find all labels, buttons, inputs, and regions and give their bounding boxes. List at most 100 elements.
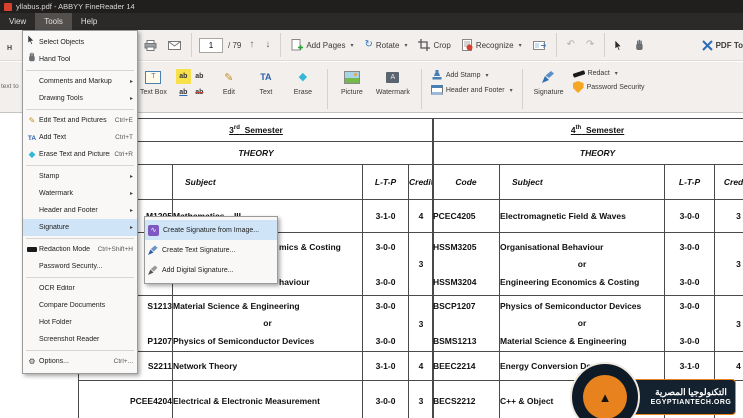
- table-row: HSSM3205HSSM3204 Organisational Behaviou…: [433, 233, 743, 296]
- menu-item-hand-tool[interactable]: Hand Tool: [23, 51, 137, 68]
- add-stamp-label: Add Stamp: [446, 72, 481, 79]
- theory-heading: THEORY: [433, 142, 743, 165]
- menu-item-header-and-footer[interactable]: Header and Footer ▸: [23, 202, 137, 219]
- stamp-header-group: Add Stamp Header and Footer: [431, 70, 513, 95]
- submenu-item-add-digital-signature[interactable]: Add Digital Signature...: [145, 260, 277, 280]
- submenu-arrow-icon: ▸: [130, 95, 133, 102]
- menu-item-password-security[interactable]: Password Security...: [23, 258, 137, 275]
- menu-item-stamp[interactable]: Stamp ▸: [23, 168, 137, 185]
- print-button[interactable]: [141, 38, 160, 53]
- redact-button[interactable]: Redact: [573, 70, 645, 77]
- submenu-item-create-signature-from-image[interactable]: ∿ Create Signature from Image...: [145, 220, 277, 240]
- watermark-logo-circle: ▲: [570, 362, 640, 418]
- picture-button[interactable]: Picture: [337, 66, 367, 97]
- menu-item-hot-folder[interactable]: Hot Folder: [23, 314, 137, 331]
- rotate-label: Rotate: [376, 41, 400, 50]
- app-window: yllabus.pdf - ABBYY FineReader 14 View T…: [0, 0, 743, 418]
- menu-tools[interactable]: Tools: [35, 13, 72, 30]
- text-box-icon: T: [145, 71, 161, 84]
- erase-button[interactable]: ◆ Erase: [288, 66, 318, 97]
- toolbar-separator: [421, 69, 422, 109]
- menu-separator: [26, 350, 134, 351]
- strikeout-text-button[interactable]: ab: [192, 85, 207, 100]
- menu-item-add-text[interactable]: TA Add Text Ctrl+T: [23, 129, 137, 146]
- header-footer-label: Header and Footer: [446, 87, 505, 94]
- add-page-icon: [291, 39, 303, 51]
- redact-marker-icon: [572, 70, 585, 78]
- highlight-ab-label: ab: [179, 73, 187, 80]
- password-security-button[interactable]: Password Security: [573, 81, 645, 93]
- signature-button[interactable]: Signature: [532, 66, 566, 97]
- watermark-button[interactable]: A Watermark: [374, 66, 412, 97]
- menu-item-ocr-editor[interactable]: OCR Editor: [23, 280, 137, 297]
- egyptiantech-watermark: التكنولوجيا المصرية EGYPTIANTECH.ORG ▲: [570, 362, 743, 418]
- menu-item-compare-documents[interactable]: Compare Documents: [23, 297, 137, 314]
- eraser-icon: ◆: [29, 149, 36, 159]
- menu-item-redaction-mode[interactable]: Redaction Mode Ctrl+Shift+H: [23, 241, 137, 258]
- add-text-button[interactable]: TA Text: [251, 66, 281, 97]
- crop-button[interactable]: Crop: [415, 37, 453, 53]
- menu-help[interactable]: Help: [72, 13, 106, 30]
- table-row: PCEE4204 Electrical & Electronic Measure…: [79, 381, 434, 418]
- submenu-arrow-icon: ▸: [130, 78, 133, 85]
- header-and-footer-button[interactable]: Header and Footer: [431, 85, 513, 95]
- previous-page-button[interactable]: ↑: [246, 38, 257, 52]
- recognize-button[interactable]: Recognize: [459, 37, 525, 53]
- next-page-button[interactable]: ↓: [262, 38, 273, 52]
- pencil-icon: ✎: [29, 116, 36, 125]
- ocr-editor-icon: [533, 40, 546, 51]
- undo-button[interactable]: ↶: [564, 38, 578, 52]
- menu-item-signature[interactable]: Signature ▸: [23, 219, 137, 236]
- insert-text-button[interactable]: ab: [192, 69, 207, 84]
- col-header-credits: Credits: [409, 165, 434, 200]
- semester-heading: 4th Semester: [433, 119, 743, 142]
- pencil-icon: ✎: [224, 71, 233, 84]
- menu-item-edit-text-and-pictures[interactable]: ✎ Edit Text and Pictures Ctrl+E: [23, 112, 137, 129]
- text-box-button[interactable]: T Text Box: [138, 66, 169, 97]
- add-stamp-button[interactable]: Add Stamp: [431, 70, 513, 81]
- ocr-editor-quick-button[interactable]: [530, 38, 549, 53]
- menu-item-screenshot-reader[interactable]: Screenshot Reader: [23, 331, 137, 348]
- table-row: PCEC4205 Electromagnetic Field & Waves 3…: [433, 200, 743, 233]
- watermark-label: Watermark: [376, 89, 410, 96]
- menu-item-watermark[interactable]: Watermark ▸: [23, 185, 137, 202]
- submenu-arrow-icon: ▸: [130, 190, 133, 197]
- menu-separator: [26, 277, 134, 278]
- submenu-item-create-text-signature[interactable]: Create Text Signature...: [145, 240, 277, 260]
- menu-item-options[interactable]: ⚙ Options... Ctrl+...: [23, 353, 137, 370]
- menu-separator: [26, 109, 134, 110]
- shield-icon: [573, 81, 584, 93]
- col-header-ltp: L-T-P: [363, 165, 409, 200]
- menu-item-comments-and-markup[interactable]: Comments and Markup ▸: [23, 73, 137, 90]
- hand-tool-button[interactable]: [632, 37, 648, 53]
- col-header-subject: Subject: [173, 165, 363, 200]
- email-button[interactable]: [165, 39, 184, 52]
- printer-icon: [144, 40, 157, 51]
- menu-item-erase-text-and-pictures[interactable]: ◆ Erase Text and Pictures Ctrl+R: [23, 146, 137, 163]
- window-title: yllabus.pdf - ABBYY FineReader 14: [16, 0, 135, 13]
- stamp-icon: [431, 70, 443, 81]
- redo-button[interactable]: ↷: [583, 38, 597, 52]
- pdf-to-button[interactable]: PDF To: [702, 40, 743, 51]
- redaction-bar-icon: [27, 247, 37, 252]
- add-text-icon: TA: [28, 135, 36, 142]
- select-tool-button[interactable]: [612, 38, 627, 53]
- text-signature-pen-icon: [148, 245, 158, 255]
- cursor-icon: [28, 35, 36, 45]
- menu-item-select-objects[interactable]: Select Objects: [23, 34, 137, 51]
- redact-security-group: Redact Password Security: [573, 70, 645, 93]
- col-header-ltp: L-T-P: [665, 165, 715, 200]
- watermark-logo-emblem: ▲: [583, 375, 627, 418]
- menu-item-drawing-tools[interactable]: Drawing Tools ▸: [23, 90, 137, 107]
- underline-text-button[interactable]: ab: [176, 85, 191, 100]
- underline-ab-label: ab: [179, 89, 187, 96]
- arrow-up-icon: ↑: [249, 40, 254, 50]
- col-header-subject: Subject: [500, 165, 665, 200]
- page-number-input[interactable]: [199, 38, 223, 53]
- redo-icon: ↷: [586, 40, 594, 50]
- edit-button[interactable]: ✎ Edit: [214, 66, 244, 97]
- rotate-button[interactable]: ↻ Rotate: [362, 38, 411, 52]
- add-pages-button[interactable]: Add Pages: [288, 37, 356, 53]
- menu-view[interactable]: View: [0, 13, 35, 30]
- highlight-text-button[interactable]: ab: [176, 69, 191, 84]
